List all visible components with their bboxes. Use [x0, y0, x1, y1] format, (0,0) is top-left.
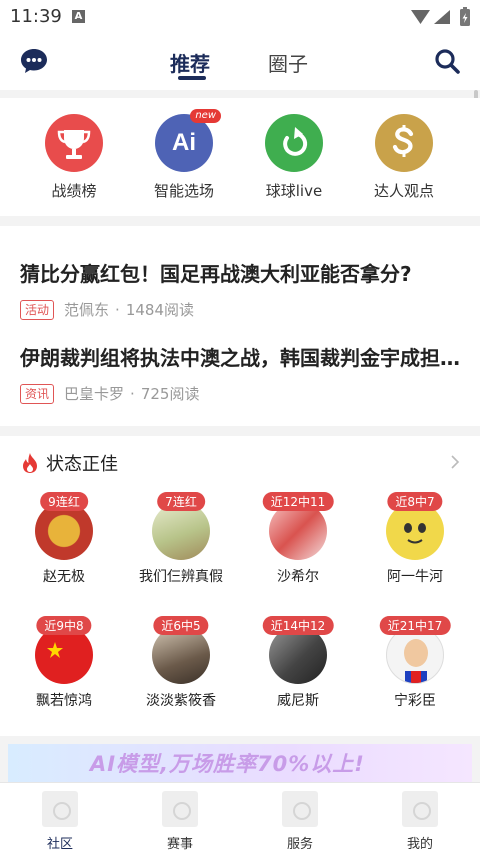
nav-community[interactable]: 社区	[20, 791, 100, 852]
status-time: 11:39	[10, 6, 62, 27]
ai-icon: Ai new	[155, 109, 221, 172]
news-author: 范佩东	[64, 301, 110, 319]
section-header[interactable]: 状态正佳	[20, 450, 118, 476]
quick-link-label: 球球live	[265, 182, 323, 200]
streak-badge: 近9中8	[36, 616, 92, 635]
services-icon	[282, 791, 318, 827]
expert-name: 宁彩臣	[394, 693, 436, 709]
tab-recommend[interactable]: 推荐	[170, 48, 210, 77]
search-button[interactable]	[434, 48, 460, 78]
community-icon	[42, 791, 78, 827]
news-item[interactable]: 伊朗裁判组将执法中澳之战，韩国裁判金宇成担任第四官员 资讯 巴皇卡罗 · 725…	[20, 342, 460, 404]
streak-badge: 近8中7	[387, 492, 443, 511]
expert-name: 阿一牛河	[387, 569, 443, 585]
expert-name: 沙希尔	[277, 569, 319, 585]
tab-circle[interactable]: 圈子	[268, 48, 308, 77]
quick-links: 战绩榜 Ai new 智能选场 球球live 达人观点	[0, 98, 480, 216]
status-icons	[411, 7, 470, 26]
signal-icon	[434, 10, 450, 24]
chat-bubble-icon	[21, 49, 47, 73]
bottom-navigation: 社区 赛事 服务 我的	[0, 782, 480, 853]
expert-name: 淡淡紫筱香	[146, 693, 216, 709]
meta-separator: ·	[115, 300, 120, 319]
news-reads: 1484阅读	[125, 301, 194, 319]
quick-link-ai-picks[interactable]: Ai new 智能选场	[129, 109, 239, 201]
expert-card[interactable]: 9连红 赵无极	[9, 492, 119, 586]
expert-card[interactable]: 近14中12 威尼斯	[243, 616, 353, 710]
trophy-icon	[45, 114, 103, 172]
refresh-arrow-icon	[265, 114, 323, 172]
nav-label: 服务	[286, 837, 313, 852]
news-reads: 725阅读	[140, 385, 200, 403]
nav-label: 我的	[406, 837, 433, 852]
news-item[interactable]: 猜比分赢红包！国足再战澳大利亚能否拿分? 活动 范佩东 · 1484阅读	[20, 258, 460, 320]
hot-streak-section: 状态正佳 9连红 赵无极 7连红 我们仨辨真假 近12中11 沙希尔 近8中7 …	[0, 436, 480, 736]
dollar-s-icon	[375, 114, 433, 172]
streak-badge: 近14中12	[262, 616, 334, 635]
streak-badge: 近12中11	[262, 492, 334, 511]
top-header: 推荐 圈子	[0, 34, 480, 90]
chat-button[interactable]	[20, 48, 48, 78]
promo-banner[interactable]: AI模型,万场胜率70%以上!	[8, 744, 472, 782]
ai-icon-text: Ai	[172, 129, 196, 156]
matches-icon	[162, 791, 198, 827]
news-meta: 资讯 巴皇卡罗 · 725阅读	[20, 383, 460, 404]
streak-badge: 近6中5	[153, 616, 209, 635]
tab-active-indicator	[178, 76, 206, 80]
expert-name: 我们仨辨真假	[139, 569, 223, 585]
news-meta: 活动 范佩东 · 1484阅读	[20, 299, 460, 320]
meta-separator: ·	[130, 384, 135, 403]
quick-link-label: 战绩榜	[51, 182, 97, 200]
nav-label: 社区	[46, 837, 73, 852]
quick-link-label: 智能选场	[153, 182, 214, 200]
quick-link-rankings[interactable]: 战绩榜	[19, 114, 129, 201]
expert-name: 威尼斯	[277, 693, 319, 709]
new-badge: new	[190, 109, 221, 123]
notification-icon: A	[72, 10, 85, 23]
news-tag: 资讯	[20, 383, 55, 404]
news-list: 猜比分赢红包！国足再战澳大利亚能否拿分? 活动 范佩东 · 1484阅读 伊朗裁…	[0, 226, 480, 426]
nav-label: 赛事	[166, 837, 193, 852]
quick-link-live[interactable]: 球球live	[239, 114, 349, 201]
section-title: 状态正佳	[46, 454, 118, 475]
expert-name: 赵无极	[43, 569, 85, 585]
streak-badge: 9连红	[40, 492, 88, 511]
nav-matches[interactable]: 赛事	[140, 791, 220, 852]
profile-icon	[402, 791, 438, 827]
expert-card[interactable]: 近21中17 宁彩臣	[360, 616, 470, 710]
quick-link-label: 达人观点	[373, 182, 434, 200]
expert-card[interactable]: 近8中7 阿一牛河	[360, 492, 470, 586]
quick-link-expert-views[interactable]: 达人观点	[349, 114, 459, 201]
expert-card[interactable]: 近6中5 淡淡紫筱香	[126, 616, 236, 710]
wifi-icon	[411, 10, 430, 24]
expert-name: 飘若惊鸿	[36, 693, 92, 709]
news-tag: 活动	[20, 299, 55, 320]
search-icon	[435, 49, 460, 74]
chevron-right-icon[interactable]	[450, 454, 460, 470]
nav-profile[interactable]: 我的	[380, 791, 460, 852]
expert-card[interactable]: 7连红 我们仨辨真假	[126, 492, 236, 586]
streak-badge: 近21中17	[379, 616, 451, 635]
status-bar: 11:39 A	[0, 0, 480, 34]
streak-badge: 7连红	[157, 492, 205, 511]
banner-text: AI模型,万场胜率70%以上!	[90, 752, 365, 776]
expert-card[interactable]: 近9中8 飘若惊鸿	[9, 616, 119, 710]
nav-services[interactable]: 服务	[260, 791, 340, 852]
news-title: 伊朗裁判组将执法中澳之战，韩国裁判金宇成担任第四官员	[20, 346, 460, 370]
news-author: 巴皇卡罗	[64, 385, 125, 403]
expert-card[interactable]: 近12中11 沙希尔	[243, 492, 353, 586]
news-title: 猜比分赢红包！国足再战澳大利亚能否拿分?	[20, 262, 412, 286]
flame-icon	[23, 453, 37, 473]
